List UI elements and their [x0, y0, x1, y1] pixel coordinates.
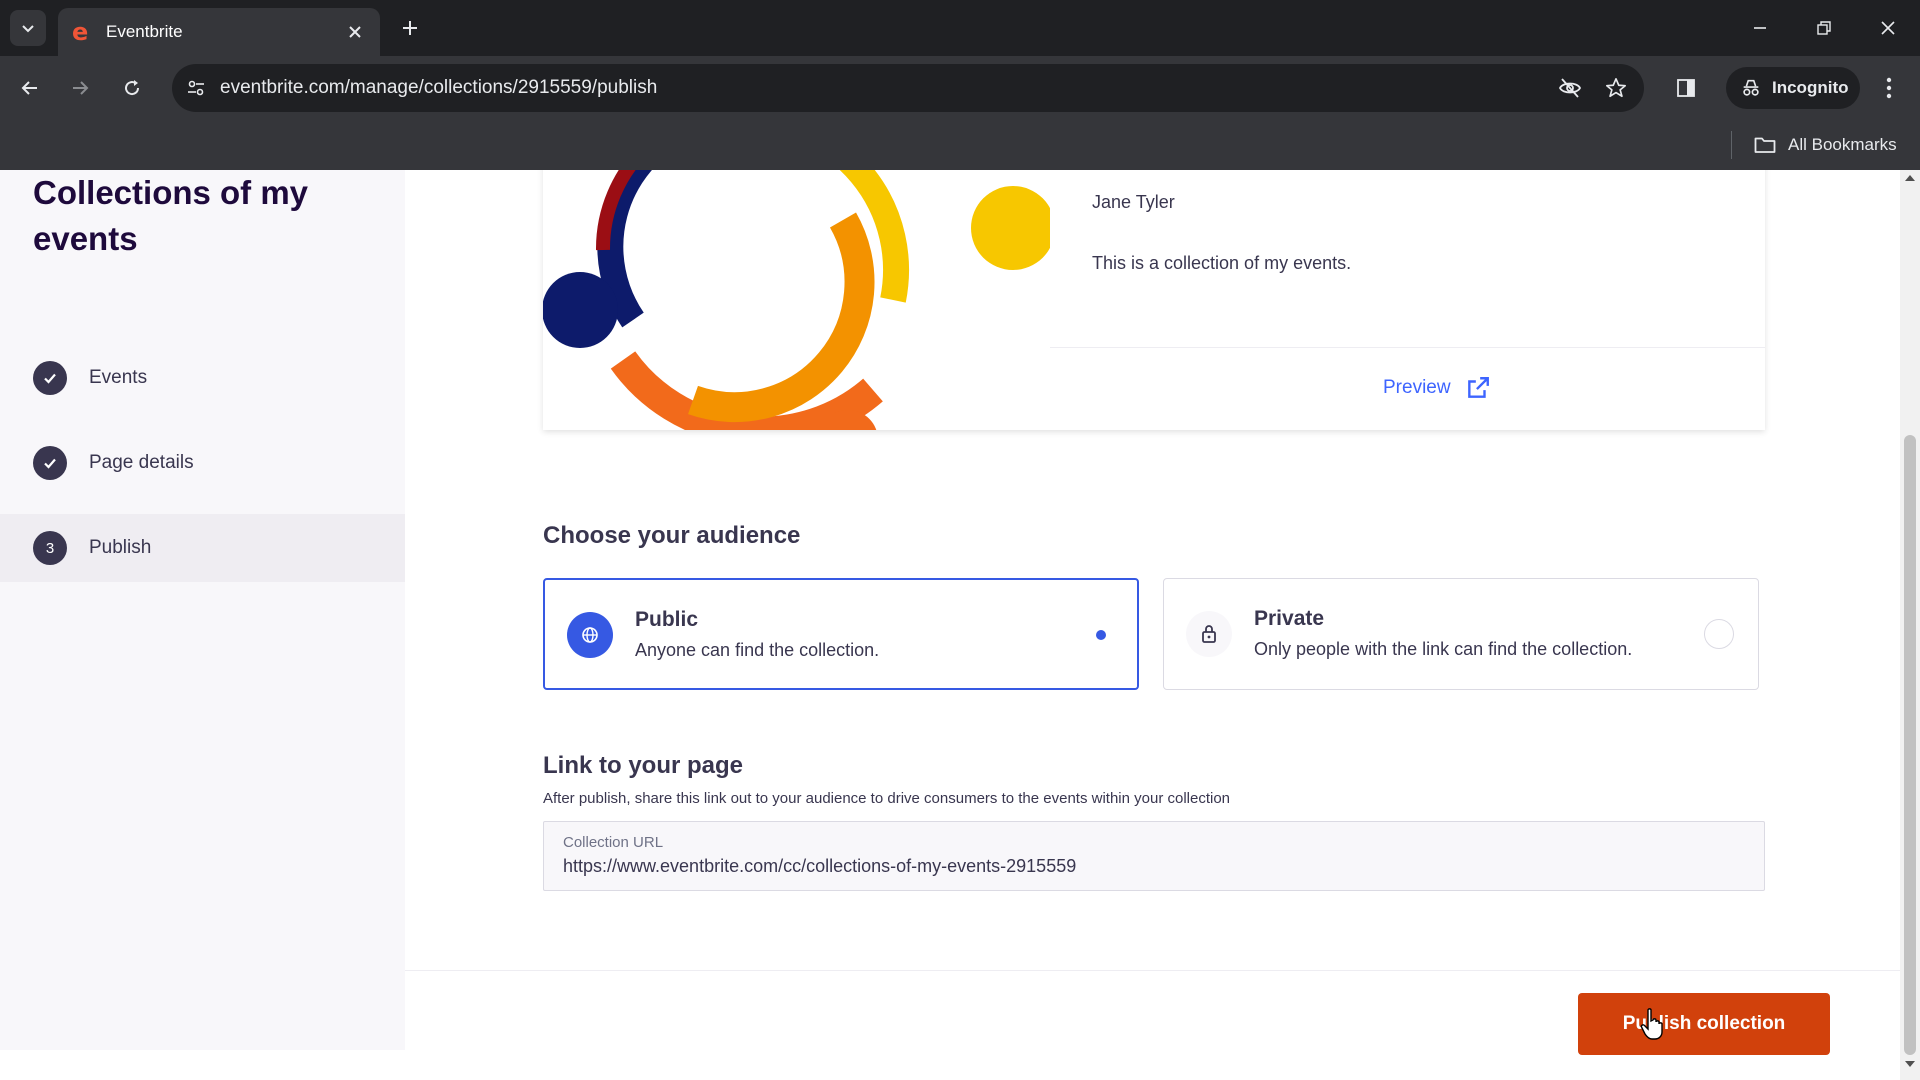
scrollbar-thumb[interactable] — [1904, 435, 1916, 1055]
close-window-button[interactable] — [1866, 10, 1910, 46]
step-number-badge: 3 — [33, 531, 67, 565]
address-bar[interactable]: eventbrite.com/manage/collections/291555… — [172, 64, 1644, 112]
close-icon — [349, 26, 361, 38]
site-info-button[interactable] — [182, 74, 210, 102]
audience-option-public[interactable]: Public Anyone can find the collection. — [543, 578, 1139, 690]
hand-cursor-icon — [1640, 1008, 1663, 1040]
collection-preview-card: Jane Tyler This is a collection of my ev… — [543, 170, 1765, 430]
url-field-label: Collection URL — [563, 834, 664, 851]
scroll-down-arrow-icon[interactable] — [1905, 1060, 1915, 1068]
lock-icon — [1186, 611, 1232, 657]
eye-off-icon — [1558, 78, 1582, 98]
publish-collection-button[interactable]: Publish collection — [1578, 993, 1830, 1055]
step-publish[interactable]: 3 Publish — [0, 514, 405, 582]
step-label: Page details — [89, 452, 194, 473]
close-icon — [1881, 21, 1895, 35]
all-bookmarks-label: All Bookmarks — [1788, 135, 1897, 154]
restore-button[interactable] — [1802, 10, 1846, 46]
reload-button[interactable] — [114, 70, 150, 106]
back-button[interactable] — [12, 70, 48, 106]
bookmark-star-button[interactable] — [1602, 74, 1630, 102]
plus-icon — [403, 21, 417, 35]
tracking-protection-button[interactable] — [1556, 74, 1584, 102]
restore-icon — [1817, 21, 1831, 35]
minimize-icon — [1754, 27, 1766, 29]
step-label: Events — [89, 367, 148, 388]
side-panel-icon — [1677, 79, 1695, 97]
incognito-badge[interactable]: Incognito — [1726, 67, 1860, 109]
link-heading: Link to your page — [543, 752, 744, 779]
new-tab-button[interactable] — [392, 10, 428, 46]
minimize-button[interactable] — [1738, 10, 1782, 46]
check-icon — [33, 361, 67, 395]
arrow-left-icon — [21, 81, 37, 95]
incognito-label: Incognito — [1772, 78, 1849, 97]
arrow-right-icon — [73, 81, 89, 95]
incognito-icon — [1743, 79, 1759, 96]
bookmarks-divider — [1731, 131, 1732, 159]
external-link-icon — [1467, 377, 1489, 398]
star-icon — [1606, 78, 1626, 98]
side-panel-button[interactable] — [1668, 70, 1704, 106]
collection-cover-image — [543, 170, 1050, 430]
bookmarks-bar: All Bookmarks — [0, 120, 1920, 170]
tab-search-button[interactable] — [10, 10, 46, 46]
option-title: Private — [1254, 607, 1325, 630]
all-bookmarks-button[interactable]: All Bookmarks — [1754, 120, 1897, 170]
link-description: After publish, share this link out to yo… — [543, 790, 1231, 807]
collection-details: Jane Tyler This is a collection of my ev… — [1050, 170, 1765, 348]
reload-icon — [125, 80, 140, 96]
url-field-value[interactable]: https://www.eventbrite.com/cc/collection… — [563, 856, 1076, 877]
collection-title: Collections of my events — [33, 174, 309, 257]
url-text[interactable]: eventbrite.com/manage/collections/291555… — [220, 64, 657, 112]
step-label: Publish — [89, 537, 152, 558]
organizer-name: Jane Tyler — [1092, 192, 1175, 212]
footer-divider — [405, 970, 1900, 971]
collection-summary: This is a collection of my events. — [1092, 253, 1352, 273]
tab-close-button[interactable] — [344, 21, 366, 43]
eventbrite-favicon-icon: e — [72, 18, 89, 46]
collection-url-field[interactable]: Collection URL https://www.eventbrite.co… — [543, 821, 1765, 891]
page: Collections of my events Events Page det… — [0, 170, 1920, 1080]
radio-selected[interactable] — [1096, 630, 1106, 640]
browser-tab-bar: e Eventbrite — [0, 0, 1920, 56]
option-description: Only people with the link can find the c… — [1254, 639, 1633, 659]
option-title: Public — [635, 608, 699, 631]
more-vertical-icon — [1886, 77, 1892, 99]
chevron-down-icon — [22, 25, 34, 33]
tab-title: Eventbrite — [106, 22, 183, 41]
tune-icon — [188, 80, 204, 96]
radio-unselected[interactable] — [1704, 619, 1734, 649]
step-page-details[interactable]: Page details — [0, 429, 405, 497]
browser-menu-button[interactable] — [1874, 70, 1904, 106]
globe-icon — [567, 612, 613, 658]
folder-icon — [1754, 137, 1776, 153]
page-scrollbar[interactable] — [1900, 170, 1920, 1080]
publish-content: Jane Tyler This is a collection of my ev… — [405, 170, 1900, 1080]
browser-toolbar: eventbrite.com/manage/collections/291555… — [0, 56, 1920, 120]
check-icon — [33, 446, 67, 480]
option-description: Anyone can find the collection. — [635, 640, 880, 660]
audience-heading: Choose your audience — [543, 522, 801, 549]
collection-sidebar: Collections of my events Events Page det… — [0, 170, 405, 1050]
scroll-up-arrow-icon[interactable] — [1905, 174, 1915, 182]
audience-option-private[interactable]: Private Only people with the link can fi… — [1163, 578, 1759, 690]
step-events[interactable]: Events — [0, 344, 405, 412]
forward-button[interactable] — [62, 70, 98, 106]
browser-tab[interactable]: e Eventbrite — [58, 8, 380, 56]
preview-link[interactable]: Preview — [1383, 373, 1491, 403]
preview-label: Preview — [1383, 377, 1451, 398]
